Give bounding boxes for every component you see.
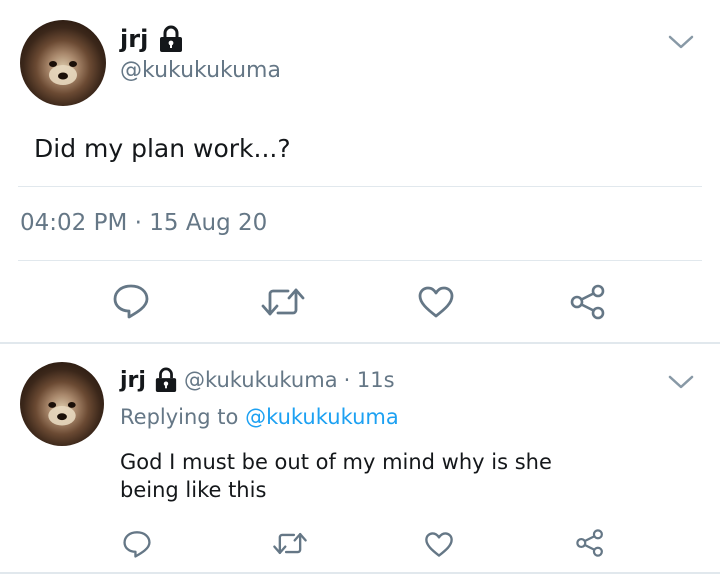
retweet-button[interactable] [272, 531, 308, 556]
share-icon [570, 284, 605, 320]
heart-icon [425, 532, 453, 557]
comment-icon [113, 284, 149, 319]
avatar-image [49, 61, 77, 85]
timestamp[interactable]: 04:02 PM · 15 Aug 20 [20, 210, 267, 236]
reply-button[interactable] [112, 283, 150, 319]
reply-text-line: being like this [120, 478, 267, 502]
avatar[interactable] [20, 20, 106, 106]
divider [0, 342, 720, 344]
display-name[interactable]: jrj [120, 25, 148, 53]
replying-handle-link[interactable]: @kukukukuma [245, 405, 399, 429]
comment-icon [123, 531, 151, 558]
replying-prefix: Replying to [120, 405, 239, 429]
divider [18, 260, 702, 261]
retweet-icon [273, 532, 307, 555]
display-name[interactable]: jrj [120, 368, 146, 393]
handle[interactable]: @kukukukuma [184, 368, 338, 392]
divider [18, 186, 702, 187]
reply-text: God I must be out of my mind why is she … [120, 448, 552, 504]
like-button[interactable] [424, 531, 454, 558]
like-button[interactable] [417, 285, 455, 319]
replying-to: Replying to @kukukukuma [120, 405, 399, 429]
reply-button[interactable] [122, 530, 152, 558]
retweet-icon [261, 288, 305, 316]
avatar[interactable] [20, 362, 104, 446]
retweet-button[interactable] [260, 286, 306, 318]
avatar-image [48, 402, 76, 426]
heart-icon [418, 286, 454, 318]
share-icon [576, 529, 603, 557]
time-ago: · 11s [343, 368, 395, 392]
lock-icon [154, 367, 178, 393]
tweet-text: Did my plan work...? [34, 134, 291, 163]
handle[interactable]: @kukukukuma [120, 58, 281, 83]
divider [0, 572, 720, 574]
lock-icon [158, 25, 184, 53]
share-button[interactable] [574, 528, 606, 558]
chevron-down-icon[interactable] [668, 34, 694, 50]
share-button[interactable] [568, 283, 608, 321]
chevron-down-icon[interactable] [668, 374, 694, 390]
reply-text-line: God I must be out of my mind why is she [120, 450, 552, 474]
